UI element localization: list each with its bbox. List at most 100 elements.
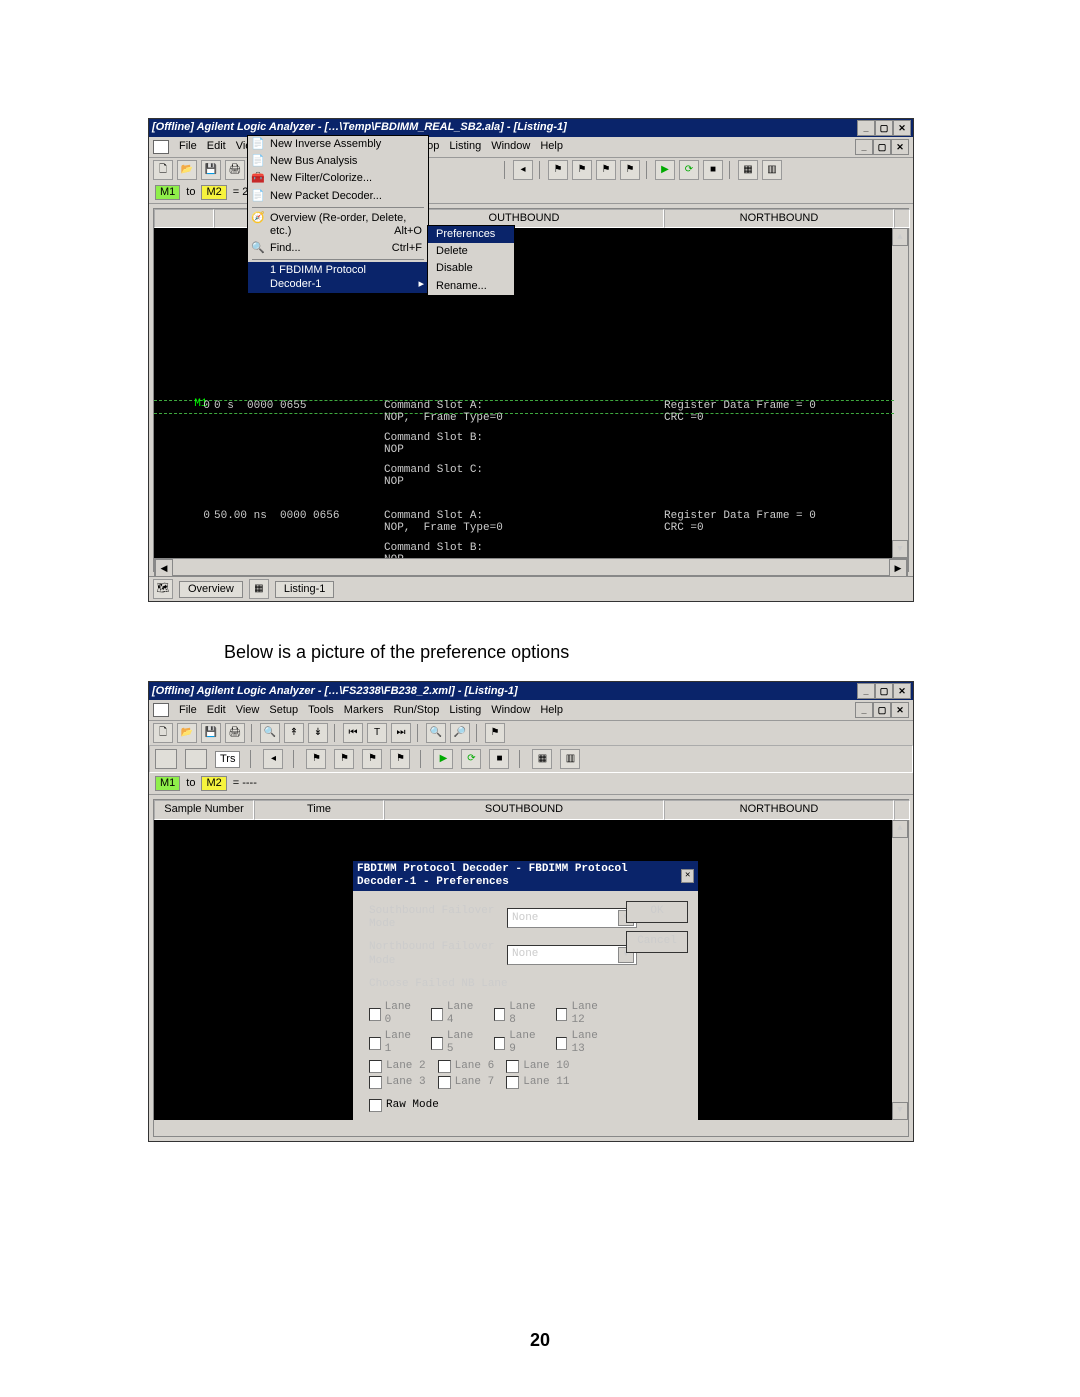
marker-m2[interactable]: M2	[201, 776, 226, 791]
marker-d-icon[interactable]: ⚑	[620, 160, 640, 180]
hscrollbar[interactable]: ◀ ▶	[154, 558, 908, 576]
lane-checkbox[interactable]: Lane 2	[369, 1060, 426, 1073]
zoom-in-icon[interactable]: 🔍	[426, 723, 446, 743]
marker-m1[interactable]: M1	[155, 776, 180, 791]
menu-runstop[interactable]: Run/Stop	[394, 704, 440, 717]
menu-find[interactable]: 🔍Find...Ctrl+F	[248, 240, 428, 257]
tile-icon[interactable]: ▦	[532, 749, 552, 769]
lane-checkbox[interactable]: Lane 0	[369, 1001, 419, 1027]
lane-checkbox[interactable]: Lane 7	[438, 1076, 495, 1089]
child-minimize-button[interactable]: _	[855, 702, 873, 718]
marker-c-icon[interactable]: ⚑	[596, 160, 616, 180]
flag-icon[interactable]: ⚑	[362, 749, 382, 769]
menu-new-inverse-assembly[interactable]: 📄New Inverse Assembly	[248, 136, 428, 153]
menu-edit[interactable]: Edit	[207, 704, 226, 717]
lane-checkbox[interactable]: Lane 13	[556, 1030, 612, 1056]
lane-checkbox[interactable]: Lane 10	[506, 1060, 569, 1073]
prev-icon[interactable]: ⏮	[343, 723, 363, 743]
marker-m1[interactable]: M1	[155, 185, 180, 200]
scroll-up-icon[interactable]: ▲	[892, 228, 908, 246]
raw-mode-checkbox[interactable]: Raw Mode	[369, 1099, 612, 1112]
flag-icon[interactable]: ⚑	[306, 749, 326, 769]
menu-new-filter[interactable]: 🧰New Filter/Colorize...	[248, 170, 428, 187]
tools-menu-dropdown[interactable]: 📄New Inverse Assembly 📄New Bus Analysis …	[247, 135, 429, 294]
tb-btn[interactable]	[185, 749, 207, 769]
menu-help[interactable]: Help	[540, 140, 563, 153]
rewind-icon[interactable]: ◂	[263, 749, 283, 769]
scroll-up-icon[interactable]: ▲	[892, 820, 908, 838]
menu-help[interactable]: Help	[540, 704, 563, 717]
print-icon[interactable]: 🖨	[225, 723, 245, 743]
lane-checkbox[interactable]: Lane 6	[438, 1060, 495, 1073]
run-repeat-icon[interactable]: ⟳	[461, 749, 481, 769]
marker-a-icon[interactable]: ↟	[284, 723, 304, 743]
listing-icon[interactable]: ▦	[249, 579, 269, 599]
tab-listing[interactable]: Listing-1	[275, 581, 335, 598]
nb-failover-select[interactable]: None ▼	[507, 945, 637, 965]
run-repeat-icon[interactable]: ⟳	[679, 160, 699, 180]
menu-overview[interactable]: 🧭Overview (Re-order, Delete, etc.)Alt+O	[248, 210, 428, 240]
marker-m2[interactable]: M2	[201, 185, 226, 200]
menu-edit[interactable]: Edit	[207, 140, 226, 153]
overview-icon[interactable]: 🗺	[153, 579, 173, 599]
menu-listing[interactable]: Listing	[449, 140, 481, 153]
options-icon[interactable]: ⚑	[485, 723, 505, 743]
next-icon[interactable]: ⏭	[391, 723, 411, 743]
scroll-down-icon[interactable]: ▼	[892, 1102, 908, 1120]
minimize-button[interactable]: _	[857, 683, 875, 699]
lane-checkbox[interactable]: Lane 12	[556, 1001, 612, 1027]
tools-submenu[interactable]: Preferences Delete Disable Rename...	[427, 225, 515, 296]
save-icon[interactable]: 💾	[201, 723, 221, 743]
open-icon[interactable]: 📂	[177, 160, 197, 180]
grid-icon[interactable]: ▥	[560, 749, 580, 769]
cancel-button[interactable]: Cancel	[626, 931, 688, 953]
tile-icon[interactable]: ▦	[738, 160, 758, 180]
open-icon[interactable]: 📂	[177, 723, 197, 743]
child-close-button[interactable]: ✕	[891, 702, 909, 718]
flag-icon[interactable]: ⚑	[390, 749, 410, 769]
scroll-right-icon[interactable]: ▶	[889, 559, 907, 577]
stop-icon[interactable]: ■	[703, 160, 723, 180]
find-icon[interactable]: 🔍	[260, 723, 280, 743]
sb-failover-select[interactable]: None ▼	[507, 908, 637, 928]
new-icon[interactable]: 🗋	[153, 160, 173, 180]
child-maximize-button[interactable]: ▢	[873, 139, 891, 155]
close-button[interactable]: ✕	[893, 683, 911, 699]
menu-window[interactable]: Window	[491, 704, 530, 717]
dialog-close-button[interactable]: ✕	[681, 869, 694, 883]
marker-b-icon[interactable]: ↡	[308, 723, 328, 743]
minimize-button[interactable]: _	[857, 120, 875, 136]
menu-fbdimm-decoder[interactable]: 1 FBDIMM Protocol Decoder-1▸	[248, 262, 428, 292]
menu-new-bus-analysis[interactable]: 📄New Bus Analysis	[248, 153, 428, 170]
center-icon[interactable]: T	[367, 723, 387, 743]
print-icon[interactable]: 🖨	[225, 160, 245, 180]
marker-b-icon[interactable]: ⚑	[572, 160, 592, 180]
tb-btn[interactable]	[155, 749, 177, 769]
menu-markers[interactable]: Markers	[344, 704, 384, 717]
child-minimize-button[interactable]: _	[855, 139, 873, 155]
rewind-icon[interactable]: ◂	[513, 160, 533, 180]
menu-file[interactable]: File	[179, 140, 197, 153]
submenu-rename[interactable]: Rename...	[428, 278, 514, 295]
run-icon[interactable]: ▶	[433, 749, 453, 769]
menu-file[interactable]: File	[179, 704, 197, 717]
lane-checkbox[interactable]: Lane 11	[506, 1076, 569, 1089]
lane-checkbox[interactable]: Lane 4	[431, 1001, 481, 1027]
lane-checkbox[interactable]: Lane 1	[369, 1030, 419, 1056]
lane-checkbox[interactable]: Lane 9	[494, 1030, 544, 1056]
stop-icon[interactable]: ■	[489, 749, 509, 769]
menu-tools[interactable]: Tools	[308, 704, 334, 717]
scroll-left-icon[interactable]: ◀	[155, 559, 173, 577]
zoom-out-icon[interactable]: 🔎	[450, 723, 470, 743]
marker-a-icon[interactable]: ⚑	[548, 160, 568, 180]
lane-checkbox[interactable]: Lane 8	[494, 1001, 544, 1027]
child-close-button[interactable]: ✕	[891, 139, 909, 155]
menu-new-packet-decoder[interactable]: 📄New Packet Decoder...	[248, 188, 428, 205]
scroll-down-icon[interactable]: ▼	[892, 540, 908, 558]
lane-checkbox[interactable]: Lane 3	[369, 1076, 426, 1089]
submenu-delete[interactable]: Delete	[428, 243, 514, 260]
new-icon[interactable]: 🗋	[153, 723, 173, 743]
menu-window[interactable]: Window	[491, 140, 530, 153]
menu-setup[interactable]: Setup	[269, 704, 298, 717]
menu-view[interactable]: View	[236, 704, 260, 717]
